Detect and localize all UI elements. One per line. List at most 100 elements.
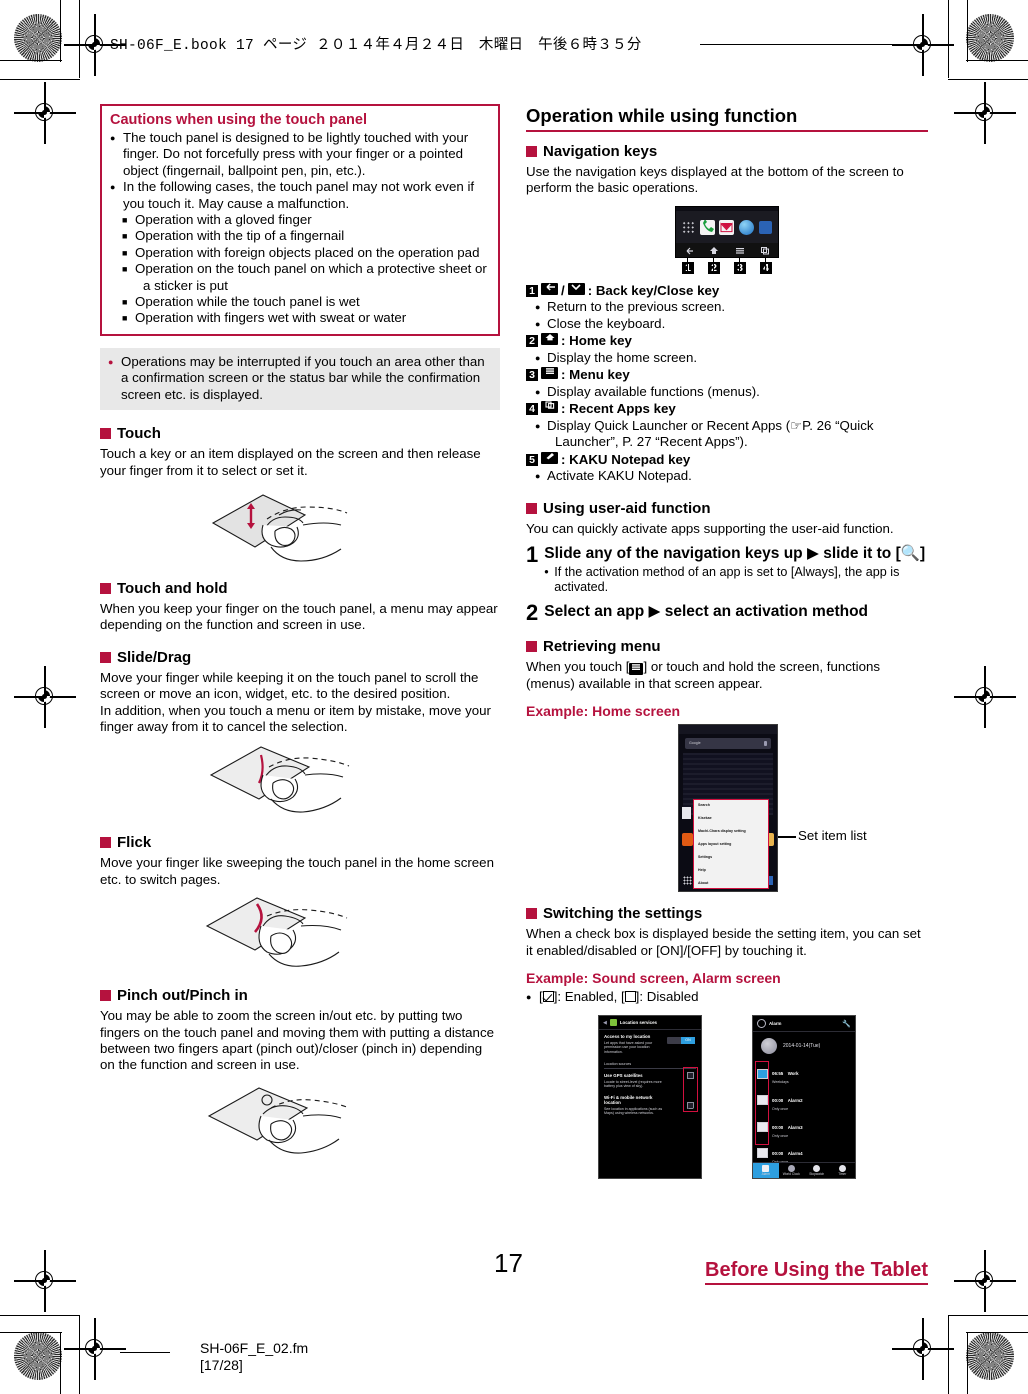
- step-number: 1: [526, 542, 539, 568]
- home-key-icon: [541, 333, 558, 346]
- legend-part-b: ]: Enabled, [: [553, 988, 625, 1004]
- alarm-time: 00:00: [772, 1151, 784, 1157]
- registration-mark-bottom-right: [892, 1318, 954, 1380]
- recent-apps-key-icon: [541, 401, 558, 414]
- touch-gesture-illustration: [211, 494, 348, 562]
- tab-label: Alarm: [761, 1171, 770, 1176]
- list-item: Activate KAKU Notepad.: [526, 468, 928, 485]
- list-item: Display the home screen.: [526, 350, 928, 367]
- setting-title: Access to my location: [604, 1034, 651, 1040]
- alarm-name: Work: [787, 1071, 799, 1077]
- location-icon: [609, 1019, 617, 1027]
- registration-mark-middle-left: [14, 666, 76, 728]
- step-text-part-a: Select an app: [544, 603, 645, 621]
- caution-box: Cautions when using the touch panel The …: [100, 104, 500, 336]
- menu-item[interactable]: Machi-Chara display setting: [698, 829, 764, 834]
- left-app-icon-2: [682, 833, 693, 847]
- page-number: 17: [494, 1248, 523, 1278]
- menu-key-icon: [735, 242, 745, 257]
- crop-mark-tl-h2: [0, 79, 80, 81]
- header-rule-right: [700, 44, 930, 46]
- print-density-mark-top-left: [14, 14, 62, 62]
- step-note: If the activation method of an app is se…: [544, 565, 928, 596]
- tab-stopwatch[interactable]: Stopwatch: [804, 1163, 830, 1179]
- alarm-name: Alarm4: [787, 1151, 803, 1157]
- section-body-slide-drag: Move your finger while keeping it on the…: [100, 669, 479, 702]
- key-row-1: 1 / : Back key/Close key: [526, 282, 928, 300]
- tab-label: World Clock: [782, 1171, 800, 1176]
- callout-tick-1: [687, 257, 689, 272]
- back-arrow-icon: ◀: [603, 1019, 607, 1026]
- crop-mark-br-h: [966, 1332, 1028, 1334]
- key-notes-4: Display Quick Launcher or Recent Apps (☞…: [526, 418, 928, 451]
- left-app-icon: [682, 807, 691, 820]
- figure-number-markers: 1 2 3 4: [675, 260, 779, 274]
- flick-gesture-illustration: [205, 897, 348, 967]
- menu-item[interactable]: Apps layout setting: [698, 842, 764, 847]
- file-page-text: [17/28]: [200, 1357, 243, 1373]
- body-part-a: When you touch [: [526, 659, 630, 675]
- setting-desc: Locate to street-level (requires more ba…: [604, 1079, 662, 1089]
- section-heading-navigation-keys: Navigation keys: [526, 142, 928, 161]
- step-1: 1 Slide any of the navigation keys up ▶ …: [526, 544, 928, 595]
- section-heading-retrieving-menu: Retrieving menu: [526, 637, 928, 656]
- section-heading-slide-drag: Slide/Drag: [100, 648, 500, 667]
- running-header: SH-06F_E.book 17 ページ ２０１４年４月２４日 木曜日 午後６時…: [110, 38, 642, 54]
- section-heading-switching-settings: Switching the settings: [526, 904, 928, 923]
- section-heading-flick: Flick: [100, 833, 500, 852]
- section-body-slide-drag-2: In addition, when you touch a menu or it…: [100, 702, 491, 734]
- alarm-tab-icon: [762, 1164, 770, 1172]
- bullet-icon: ●: [526, 991, 532, 1002]
- menu-item[interactable]: Kisekae: [698, 816, 764, 821]
- step-text-part-a: Slide any of the navigation keys up: [544, 545, 803, 563]
- list-item: Display Quick Launcher or Recent Apps (☞…: [526, 418, 928, 435]
- key-notes-2: Display the home screen.: [526, 350, 928, 367]
- home-screen-screenshot: Google Search Kisekae Machi-Chara displa…: [678, 724, 778, 893]
- key-notes-5: Activate KAKU Notepad.: [526, 468, 928, 485]
- callout-leader-line: [778, 836, 796, 838]
- registration-mark-upper-right: [954, 82, 1016, 144]
- list-item: Operation while the touch panel is wet: [122, 294, 490, 311]
- list-item: Operation on the touch panel on which a …: [122, 261, 490, 278]
- wrench-icon[interactable]: 🔧: [842, 1020, 851, 1028]
- key-row-3: 3 : Menu key: [526, 367, 928, 384]
- source-file-name: SH-06F_E_02.fm [17/28]: [200, 1340, 308, 1374]
- alarm-name: Alarm2: [787, 1097, 803, 1103]
- note-text: Operations may be interrupted if you tou…: [108, 354, 492, 403]
- key-number: 2: [526, 335, 538, 348]
- crop-mark-bl-h2: [0, 1315, 80, 1317]
- menu-item[interactable]: Help: [698, 868, 764, 873]
- toggle-switch[interactable]: ON: [667, 1037, 695, 1045]
- tab-world-clock[interactable]: World Clock: [779, 1163, 805, 1179]
- tab-timer[interactable]: Timer: [830, 1163, 856, 1179]
- screen-title: Alarm: [769, 1021, 782, 1027]
- step-number: 2: [526, 600, 539, 626]
- menu-item[interactable]: About: [698, 881, 764, 886]
- tab-label: Timer: [838, 1171, 847, 1176]
- list-item: a sticker is put: [143, 277, 228, 293]
- magnifier-icon: 🔍: [900, 545, 921, 563]
- menu-item[interactable]: Search: [698, 803, 764, 808]
- alarm-checkbox[interactable]: [757, 1148, 768, 1159]
- setting-desc: See location in applications (such as Ma…: [604, 1106, 663, 1116]
- apps-grid-icon: [682, 221, 696, 235]
- crop-mark-bl-h: [0, 1332, 62, 1334]
- crop-mark-tr-h2: [948, 79, 1028, 81]
- menu-item[interactable]: Settings: [698, 855, 764, 860]
- crop-mark-tr-h: [966, 60, 1028, 62]
- callout-tick-4: [765, 257, 767, 272]
- crop-mark-bl-v: [60, 1332, 62, 1394]
- browser-icon: [739, 220, 755, 236]
- page-title: Operation while using function: [526, 104, 928, 132]
- key-number: 5: [526, 453, 538, 466]
- key-label: : Menu key: [561, 367, 630, 383]
- checkbox-highlight-box: [683, 1067, 698, 1113]
- example-label-sound-alarm: Example: Sound screen, Alarm screen: [526, 969, 781, 986]
- list-item: Return to the previous screen.: [526, 299, 928, 316]
- navigation-strip: [675, 205, 779, 258]
- step-text: Select an app ▶ select an activation met…: [544, 602, 868, 622]
- section-body-switching-settings: When a check box is displayed beside the…: [526, 926, 921, 958]
- list-item: The touch panel is designed to be lightl…: [110, 130, 490, 179]
- tab-alarm[interactable]: Alarm: [753, 1162, 779, 1179]
- toggle-label: ON: [681, 1037, 695, 1045]
